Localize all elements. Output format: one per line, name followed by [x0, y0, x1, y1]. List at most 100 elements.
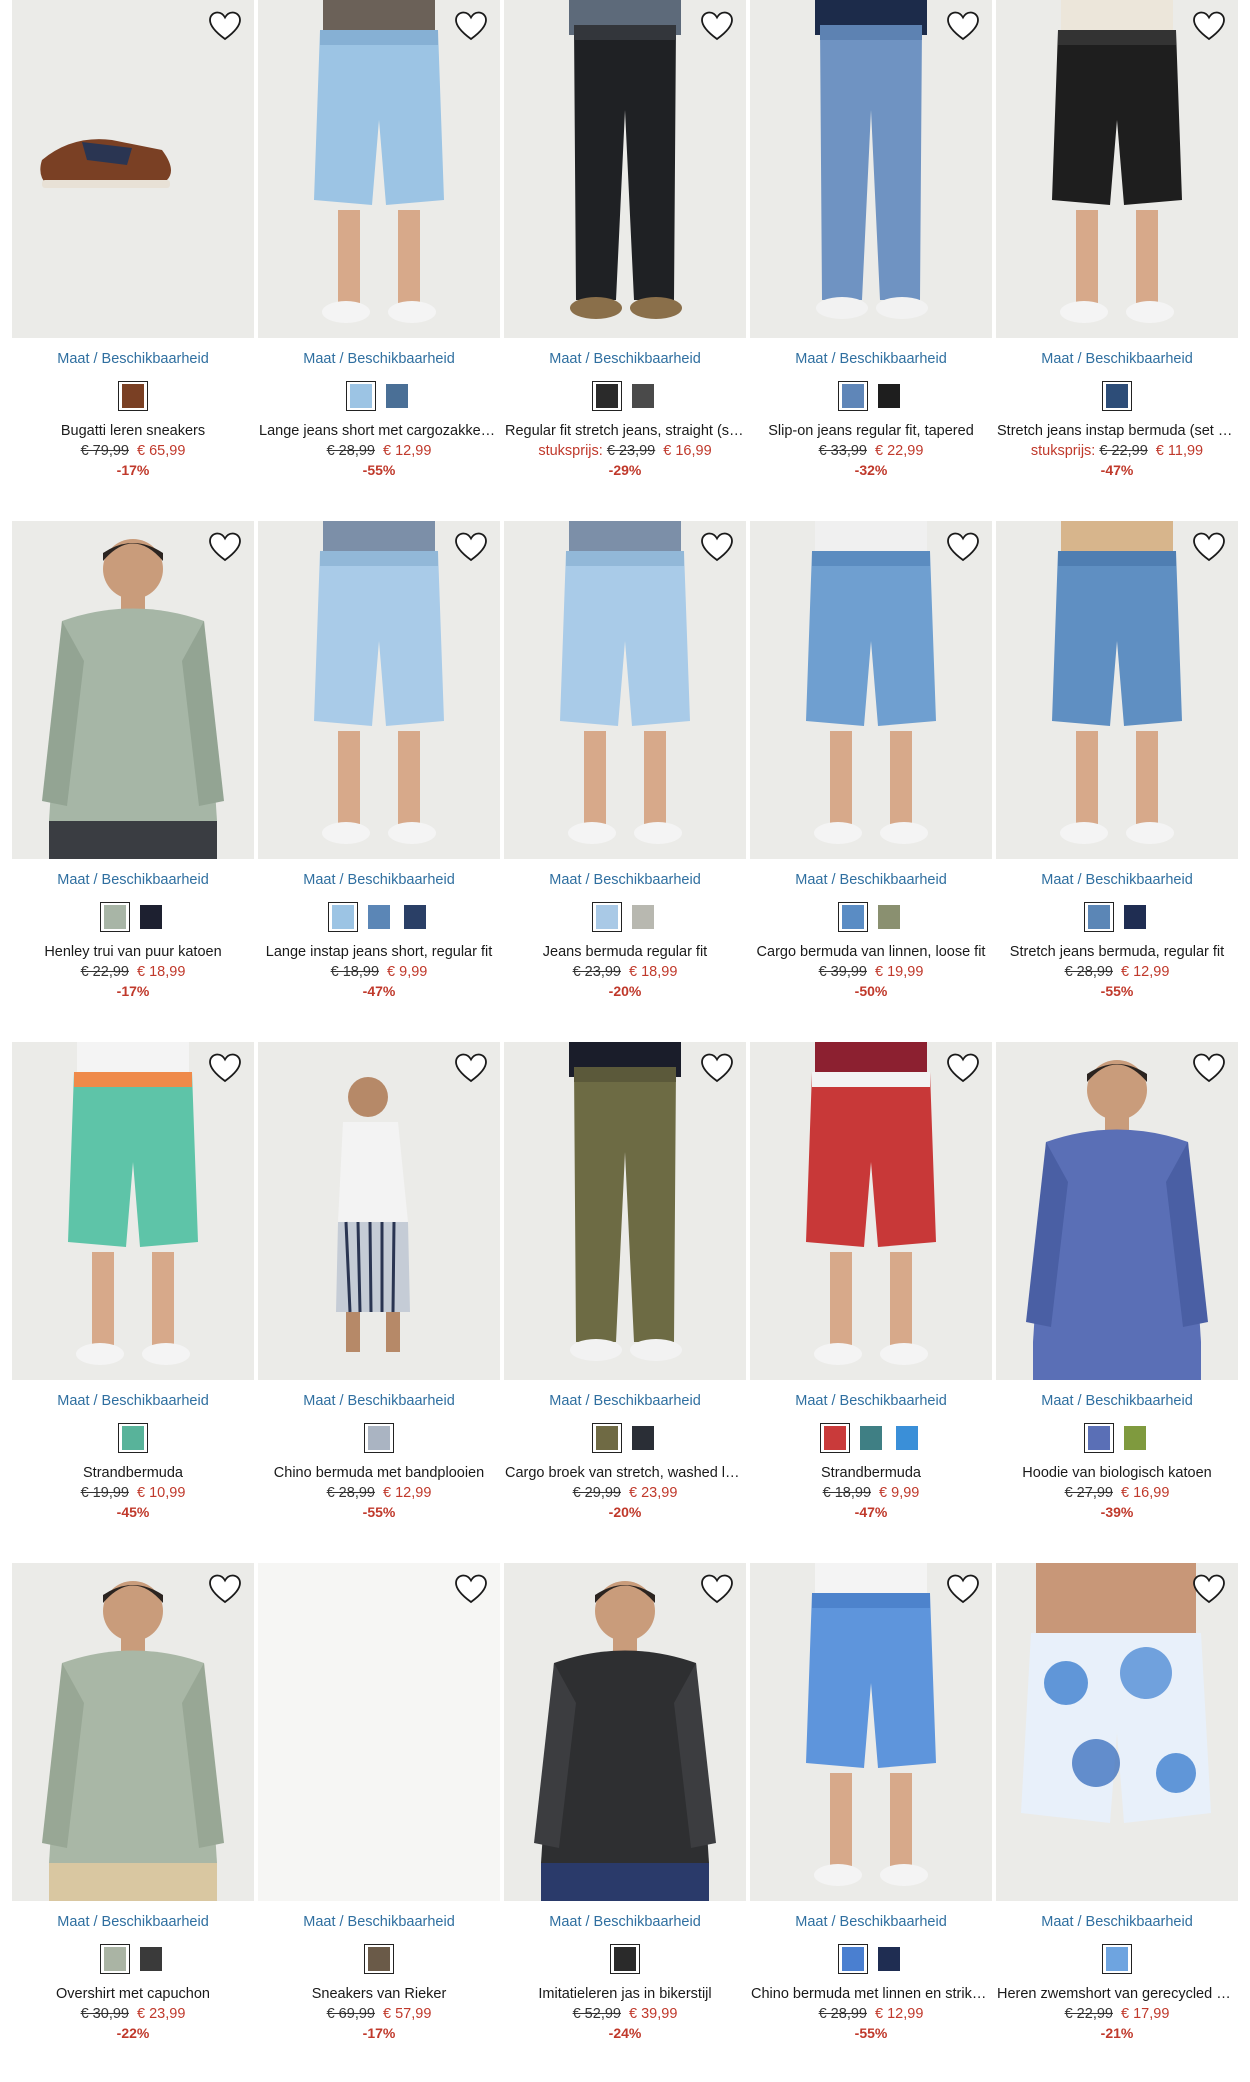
size-availability-link[interactable]: Maat / Beschikbaarheid: [996, 1913, 1238, 1931]
color-swatch[interactable]: [1084, 902, 1114, 932]
size-availability-link[interactable]: Maat / Beschikbaarheid: [12, 871, 254, 889]
product-card[interactable]: Maat / Beschikbaarheid Henley trui van p…: [12, 521, 254, 1001]
wishlist-button[interactable]: [700, 10, 734, 42]
product-card[interactable]: Maat / Beschikbaarheid Stretch jeans ber…: [996, 521, 1238, 1001]
wishlist-button[interactable]: [454, 531, 488, 563]
color-swatch[interactable]: [118, 1423, 148, 1453]
product-image[interactable]: [504, 521, 746, 859]
color-swatch[interactable]: [856, 1423, 886, 1453]
size-availability-link[interactable]: Maat / Beschikbaarheid: [12, 350, 254, 368]
color-swatch[interactable]: [1084, 1423, 1114, 1453]
wishlist-button[interactable]: [946, 531, 980, 563]
color-swatch[interactable]: [592, 902, 622, 932]
color-swatch[interactable]: [1120, 902, 1150, 932]
color-swatch[interactable]: [610, 1944, 640, 1974]
wishlist-button[interactable]: [946, 1052, 980, 1084]
color-swatch[interactable]: [328, 902, 358, 932]
product-image[interactable]: [996, 1042, 1238, 1380]
product-image[interactable]: [996, 521, 1238, 859]
color-swatch[interactable]: [838, 1944, 868, 1974]
wishlist-button[interactable]: [1192, 1052, 1226, 1084]
color-swatch[interactable]: [874, 902, 904, 932]
color-swatch[interactable]: [628, 902, 658, 932]
size-availability-link[interactable]: Maat / Beschikbaarheid: [258, 1913, 500, 1931]
product-name[interactable]: Strandbermuda: [750, 1464, 992, 1483]
size-availability-link[interactable]: Maat / Beschikbaarheid: [12, 1913, 254, 1931]
product-card[interactable]: Maat / Beschikbaarheid Slip-on jeans reg…: [750, 0, 992, 480]
product-card[interactable]: Maat / Beschikbaarheid Cargo bermuda van…: [750, 521, 992, 1001]
product-card[interactable]: Maat / Beschikbaarheid Lange instap jean…: [258, 521, 500, 1001]
product-name[interactable]: Overshirt met capuchon: [12, 1985, 254, 2004]
product-name[interactable]: Lange instap jeans short, regular fit: [258, 943, 500, 962]
product-card[interactable]: Maat / Beschikbaarheid Imitatieleren jas…: [504, 1563, 746, 2043]
product-name[interactable]: Strandbermuda: [12, 1464, 254, 1483]
color-swatch[interactable]: [382, 381, 412, 411]
product-image[interactable]: [504, 1563, 746, 1901]
product-image[interactable]: [12, 1563, 254, 1901]
wishlist-button[interactable]: [208, 531, 242, 563]
product-name[interactable]: Regular fit stretch jeans, straight (set…: [504, 422, 746, 441]
size-availability-link[interactable]: Maat / Beschikbaarheid: [750, 1392, 992, 1410]
product-name[interactable]: Chino bermuda met linnen en strikkoord: [750, 1985, 992, 2004]
color-swatch[interactable]: [1120, 1423, 1150, 1453]
color-swatch[interactable]: [892, 1423, 922, 1453]
wishlist-button[interactable]: [946, 1573, 980, 1605]
color-swatch[interactable]: [1102, 381, 1132, 411]
color-swatch[interactable]: [1102, 1944, 1132, 1974]
product-image[interactable]: [12, 521, 254, 859]
wishlist-button[interactable]: [1192, 531, 1226, 563]
product-card[interactable]: Maat / Beschikbaarheid Stretch jeans ins…: [996, 0, 1238, 480]
product-name[interactable]: Heren zwemshort van gerecycled polyester: [996, 1985, 1238, 2004]
color-swatch[interactable]: [118, 381, 148, 411]
product-name[interactable]: Hoodie van biologisch katoen: [996, 1464, 1238, 1483]
product-card[interactable]: Maat / Beschikbaarheid Chino bermuda met…: [750, 1563, 992, 2043]
product-name[interactable]: Lange jeans short met cargozakken (set v…: [258, 422, 500, 441]
product-card[interactable]: Maat / Beschikbaarheid Regular fit stret…: [504, 0, 746, 480]
product-name[interactable]: Henley trui van puur katoen: [12, 943, 254, 962]
size-availability-link[interactable]: Maat / Beschikbaarheid: [750, 871, 992, 889]
product-image[interactable]: [258, 1563, 500, 1901]
product-image[interactable]: [12, 0, 254, 338]
product-image[interactable]: [258, 1042, 500, 1380]
wishlist-button[interactable]: [208, 10, 242, 42]
product-card[interactable]: Maat / Beschikbaarheid Bugatti leren sne…: [12, 0, 254, 480]
color-swatch[interactable]: [820, 1423, 850, 1453]
wishlist-button[interactable]: [454, 1573, 488, 1605]
size-availability-link[interactable]: Maat / Beschikbaarheid: [996, 1392, 1238, 1410]
product-card[interactable]: Maat / Beschikbaarheid Overshirt met cap…: [12, 1563, 254, 2043]
product-image[interactable]: [996, 0, 1238, 338]
product-image[interactable]: [258, 0, 500, 338]
color-swatch[interactable]: [346, 381, 376, 411]
product-image[interactable]: [750, 0, 992, 338]
size-availability-link[interactable]: Maat / Beschikbaarheid: [750, 1913, 992, 1931]
product-card[interactable]: Maat / Beschikbaarheid Jeans bermuda reg…: [504, 521, 746, 1001]
product-card[interactable]: Maat / Beschikbaarheid Heren zwemshort v…: [996, 1563, 1238, 2043]
color-swatch[interactable]: [364, 1944, 394, 1974]
product-name[interactable]: Stretch jeans instap bermuda (set van 2): [996, 422, 1238, 441]
size-availability-link[interactable]: Maat / Beschikbaarheid: [504, 871, 746, 889]
product-name[interactable]: Chino bermuda met bandplooien: [258, 1464, 500, 1483]
wishlist-button[interactable]: [946, 10, 980, 42]
color-swatch[interactable]: [136, 1944, 166, 1974]
product-image[interactable]: [504, 0, 746, 338]
size-availability-link[interactable]: Maat / Beschikbaarheid: [12, 1392, 254, 1410]
product-name[interactable]: Jeans bermuda regular fit: [504, 943, 746, 962]
product-card[interactable]: Maat / Beschikbaarheid Strandbermuda € 1…: [750, 1042, 992, 1522]
product-card[interactable]: Maat / Beschikbaarheid Strandbermuda € 1…: [12, 1042, 254, 1522]
wishlist-button[interactable]: [700, 531, 734, 563]
color-swatch[interactable]: [874, 381, 904, 411]
product-name[interactable]: Cargo bermuda van linnen, loose fit: [750, 943, 992, 962]
size-availability-link[interactable]: Maat / Beschikbaarheid: [750, 350, 992, 368]
color-swatch[interactable]: [628, 1423, 658, 1453]
product-name[interactable]: Sneakers van Rieker: [258, 1985, 500, 2004]
product-image[interactable]: [750, 1563, 992, 1901]
wishlist-button[interactable]: [454, 1052, 488, 1084]
wishlist-button[interactable]: [700, 1052, 734, 1084]
wishlist-button[interactable]: [1192, 10, 1226, 42]
wishlist-button[interactable]: [700, 1573, 734, 1605]
wishlist-button[interactable]: [454, 10, 488, 42]
product-name[interactable]: Stretch jeans bermuda, regular fit: [996, 943, 1238, 962]
product-image[interactable]: [12, 1042, 254, 1380]
size-availability-link[interactable]: Maat / Beschikbaarheid: [258, 350, 500, 368]
product-image[interactable]: [750, 521, 992, 859]
